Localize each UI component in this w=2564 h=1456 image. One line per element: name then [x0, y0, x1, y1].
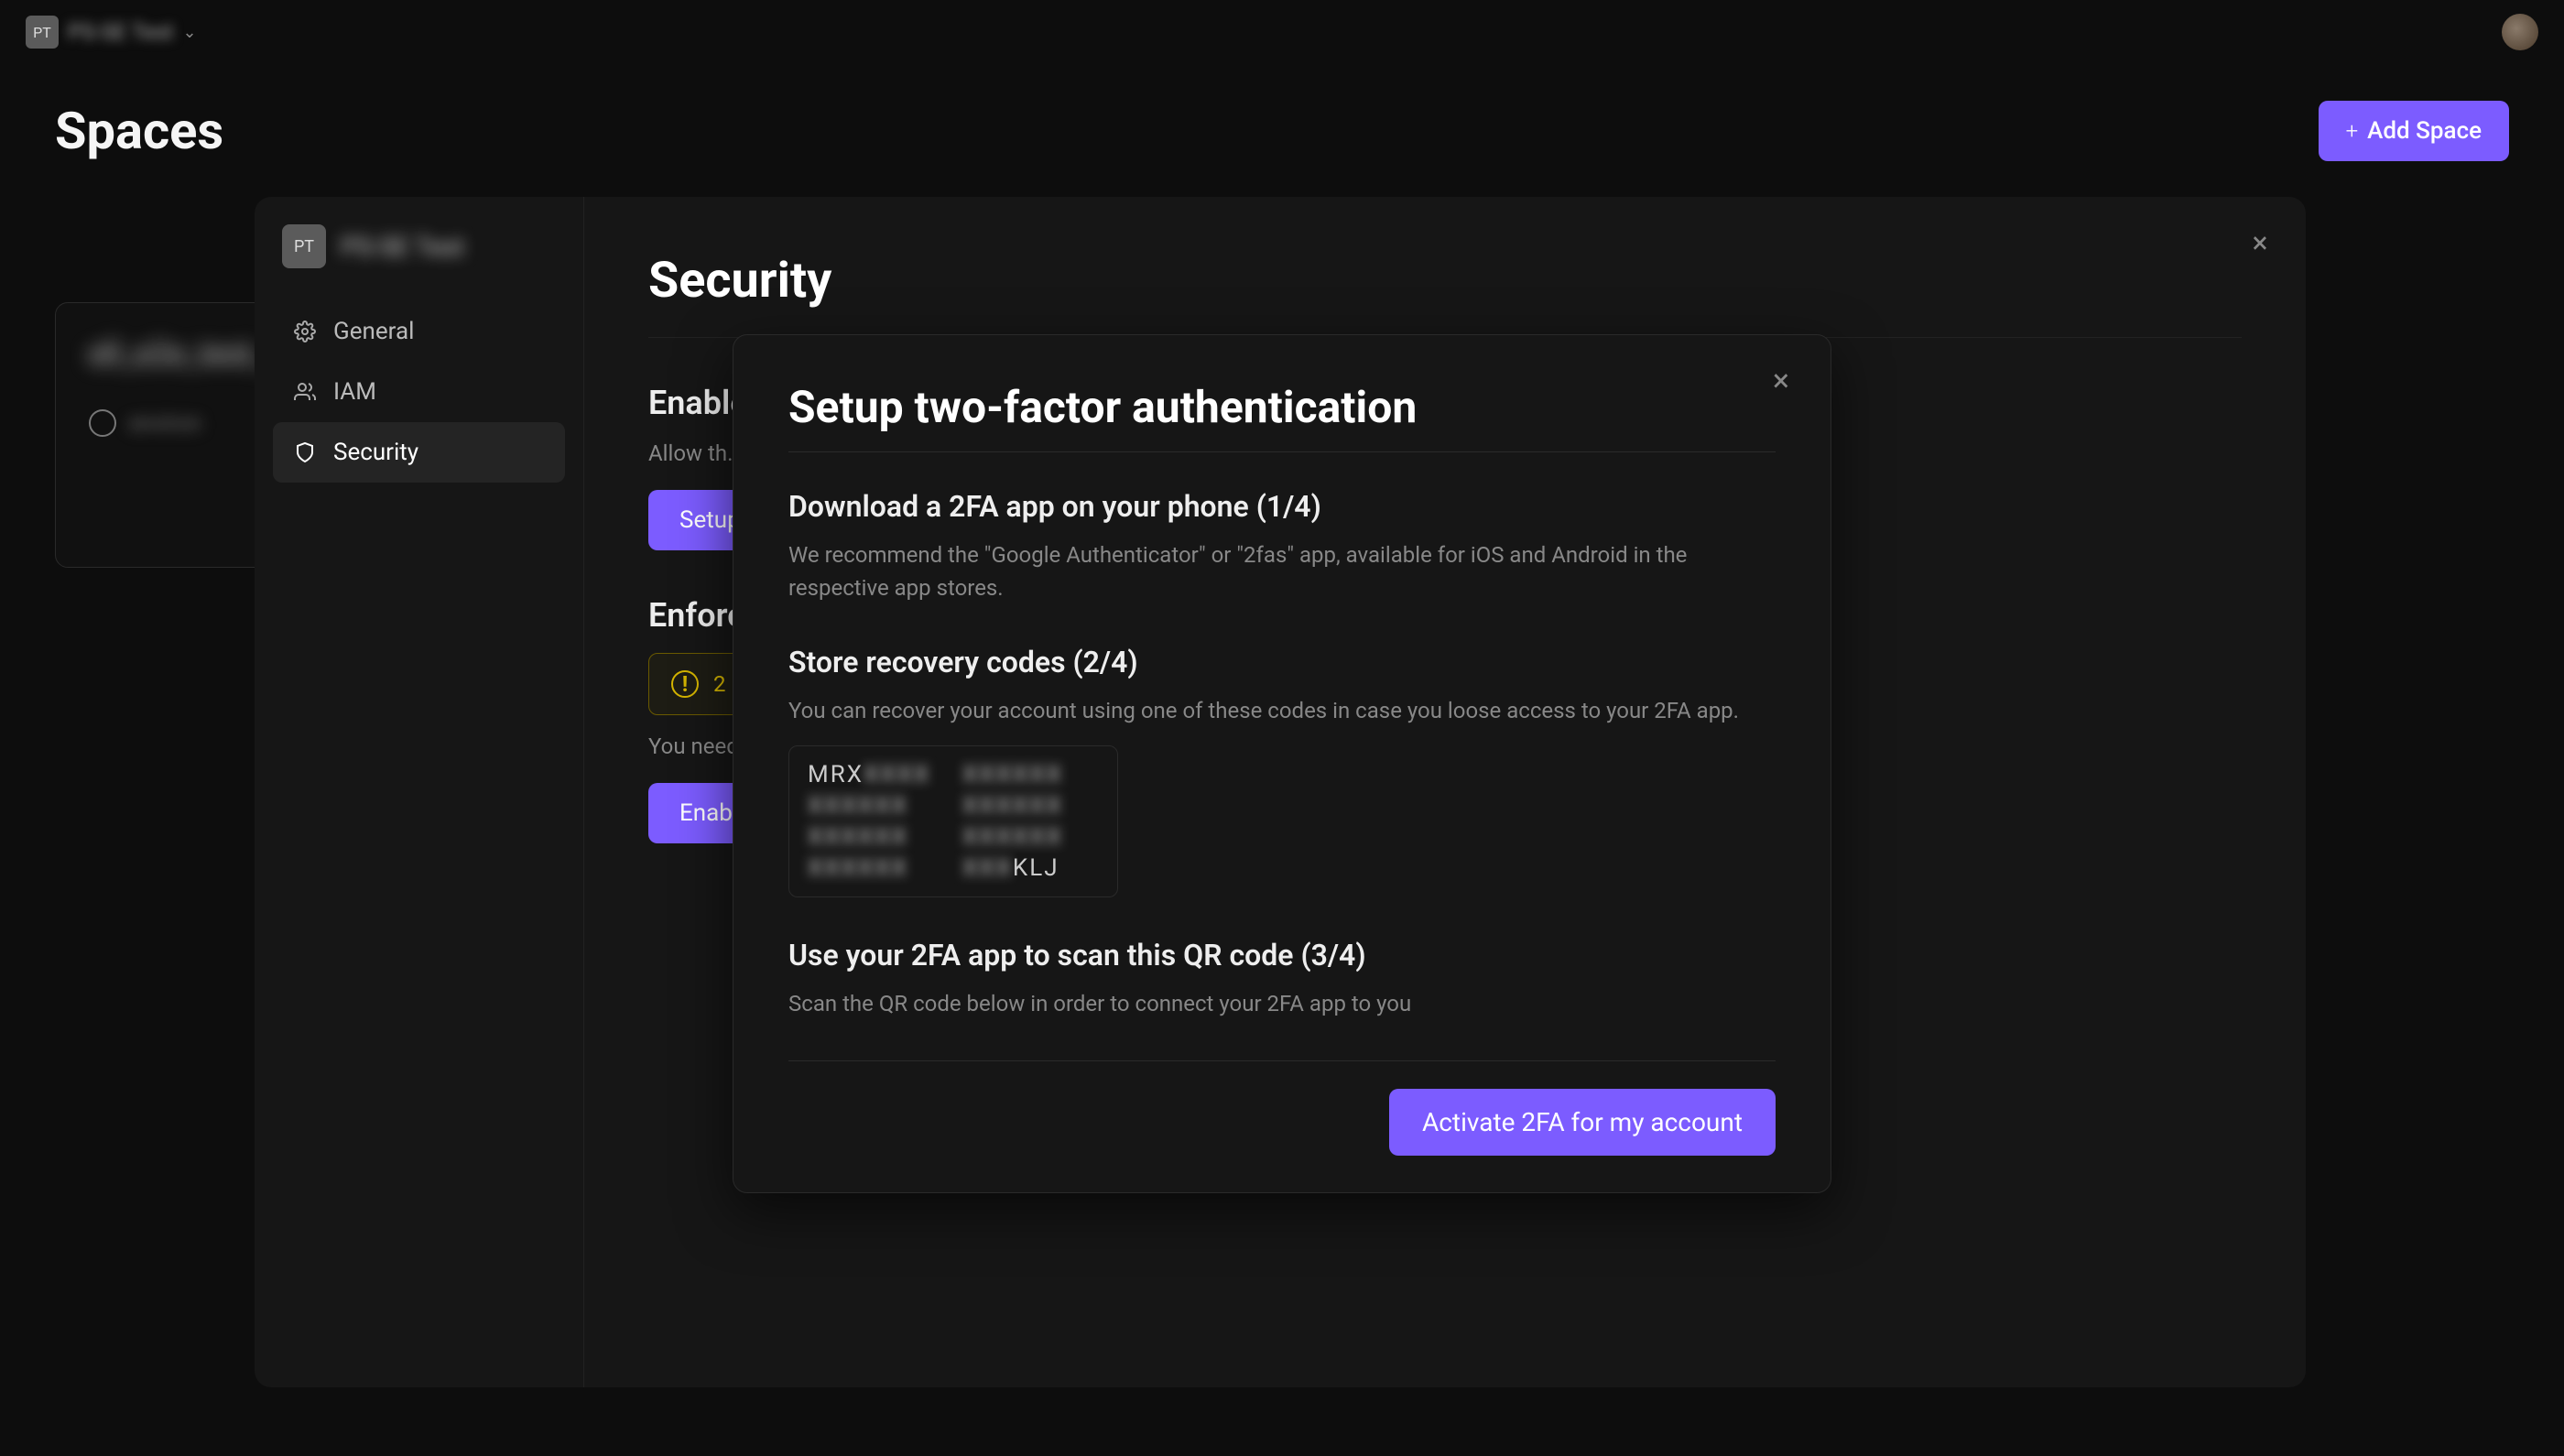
main-area: Spaces + Add Space ell_e2e_test_ environ…	[0, 64, 2564, 234]
spaces-header: Spaces + Add Space	[55, 101, 2509, 161]
step2-title: Store recovery codes (2/4)	[788, 645, 1776, 679]
sidebar-space-title: PS-SE Test	[341, 232, 464, 262]
activate-2fa-button[interactable]: Activate 2FA for my account	[1389, 1089, 1776, 1156]
add-space-button[interactable]: + Add Space	[2319, 101, 2509, 161]
modal-title: Setup two-factor authentication	[788, 381, 1776, 433]
step3-title: Use your 2FA app to scan this QR code (3…	[788, 938, 1776, 972]
chevron-down-icon: ⌄	[183, 23, 197, 42]
modal-close-icon[interactable]: ×	[1763, 363, 1799, 399]
sidebar-header: PT PS-SE Test	[273, 224, 565, 268]
gear-icon	[291, 318, 319, 345]
recovery-code: XXXXXX	[808, 792, 944, 820]
shield-icon	[291, 439, 319, 466]
avatar[interactable]	[2502, 14, 2538, 50]
sidebar-item-label: IAM	[333, 378, 376, 406]
org-name: PS-SE Test	[68, 19, 174, 45]
sidebar-item-label: General	[333, 318, 414, 345]
step3-desc: Scan the QR code below in order to conne…	[788, 987, 1776, 1020]
space-env-label: environ	[129, 410, 201, 436]
warning-icon: !	[671, 670, 699, 698]
modal-step-3: Use your 2FA app to scan this QR code (3…	[788, 938, 1776, 1020]
top-bar: PT PS-SE Test ⌄	[0, 0, 2564, 64]
sidebar-item-security[interactable]: Security	[273, 422, 565, 483]
settings-sidebar: PT PS-SE Test General IAM Security	[255, 197, 584, 1387]
plus-icon: +	[2346, 118, 2359, 144]
recovery-code: XXXXXX	[962, 761, 1099, 788]
users-icon	[291, 378, 319, 406]
divider	[788, 451, 1776, 452]
recovery-code: MRXXXXX	[808, 761, 944, 788]
sidebar-item-iam[interactable]: IAM	[273, 362, 565, 422]
content-title: Security	[648, 252, 2242, 338]
recovery-code: XXXXXX	[808, 854, 944, 882]
step1-desc: We recommend the "Google Authenticator" …	[788, 538, 1776, 604]
modal-footer: Activate 2FA for my account	[788, 1060, 1776, 1156]
recovery-codes-box: MRXXXXX XXXXXX XXXXXX XXXXXX XXXXXX XXXX…	[788, 745, 1118, 897]
sidebar-badge: PT	[282, 224, 326, 268]
page-title: Spaces	[55, 101, 223, 161]
modal-step-1: Download a 2FA app on your phone (1/4) W…	[788, 489, 1776, 604]
close-icon[interactable]: ×	[2242, 224, 2278, 261]
recovery-code: XXXKLJ	[962, 854, 1099, 882]
step1-title: Download a 2FA app on your phone (1/4)	[788, 489, 1776, 524]
step2-desc: You can recover your account using one o…	[788, 694, 1776, 727]
sidebar-item-label: Security	[333, 439, 418, 466]
gear-icon	[89, 409, 116, 437]
recovery-code: XXXXXX	[962, 792, 1099, 820]
modal-body: Download a 2FA app on your phone (1/4) W…	[788, 489, 1776, 1060]
add-space-label: Add Space	[2367, 117, 2482, 145]
recovery-code: XXXXXX	[808, 823, 944, 851]
org-selector[interactable]: PT PS-SE Test ⌄	[26, 16, 197, 49]
recovery-code: XXXXXX	[962, 823, 1099, 851]
sidebar-item-general[interactable]: General	[273, 301, 565, 362]
modal-step-2: Store recovery codes (2/4) You can recov…	[788, 645, 1776, 897]
warning-text: 2	[713, 671, 726, 697]
org-badge: PT	[26, 16, 59, 49]
two-factor-modal: × Setup two-factor authentication Downlo…	[733, 334, 1831, 1193]
